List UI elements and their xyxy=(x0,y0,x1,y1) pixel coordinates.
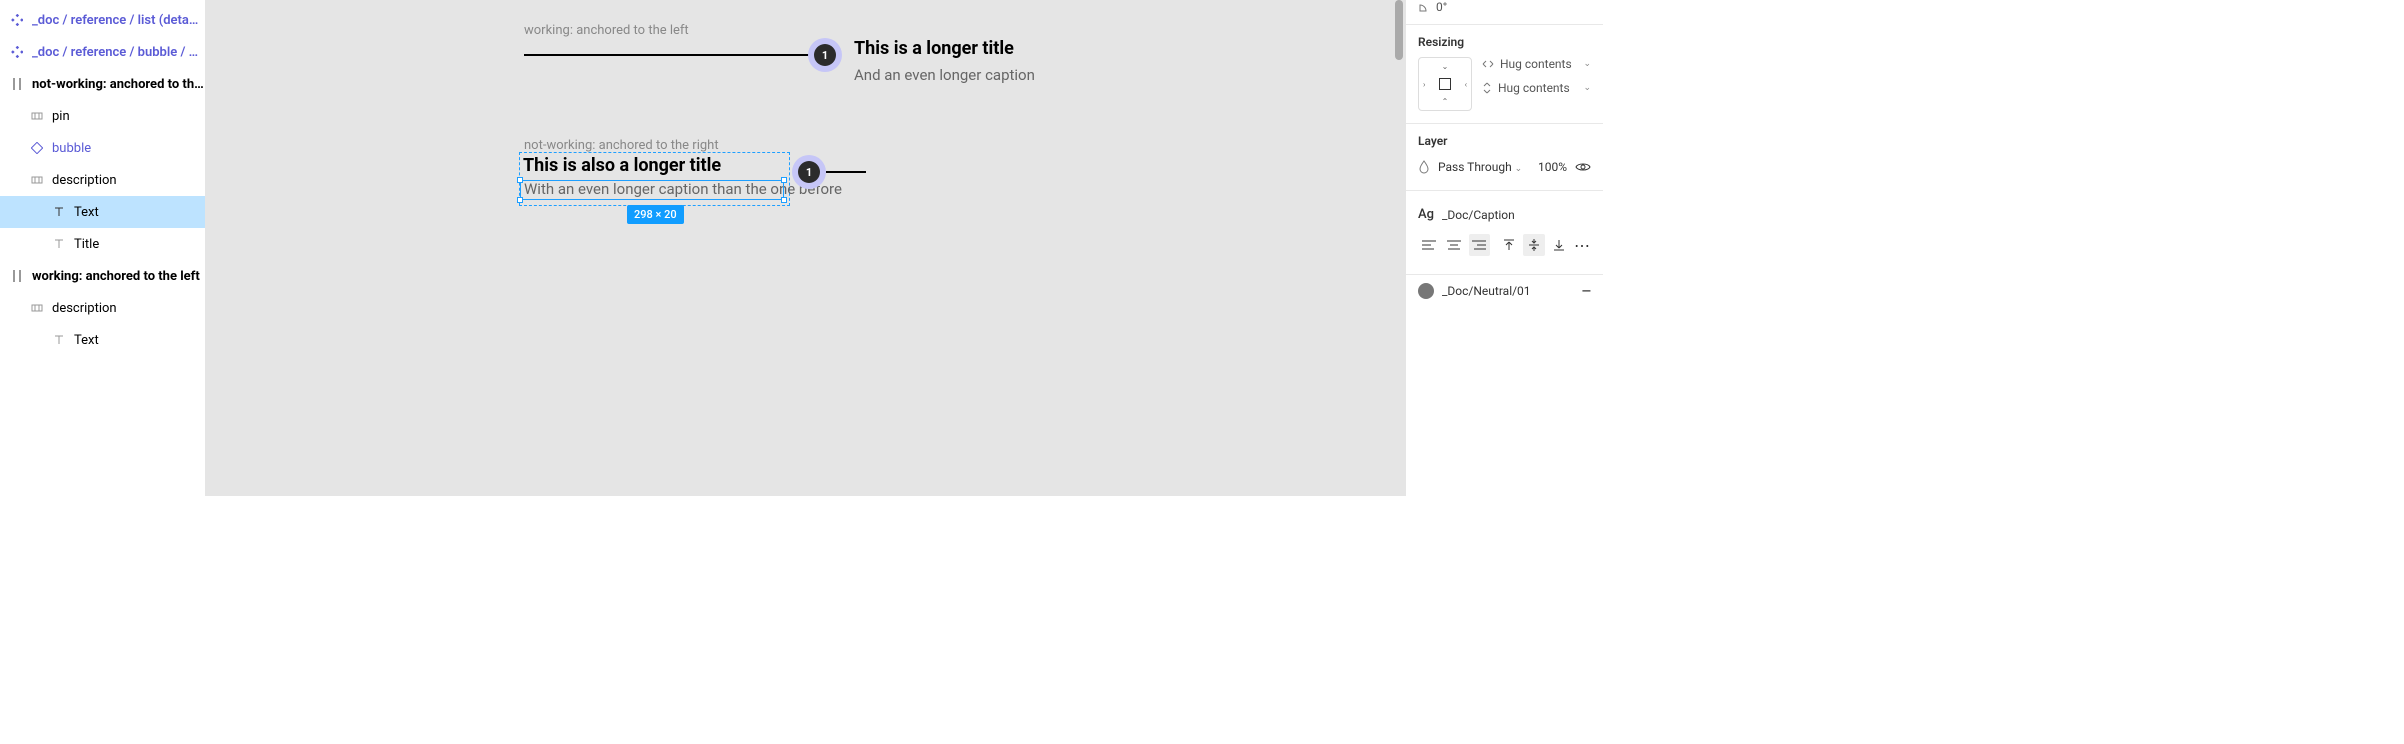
horizontal-resize-dropdown[interactable]: Hug contents ⌄ xyxy=(1482,57,1591,71)
frame-label-notworking[interactable]: not-working: anchored to the right xyxy=(524,138,719,153)
frame-icon xyxy=(30,301,44,315)
layer-item-text-selected[interactable]: Text xyxy=(0,196,205,228)
instance-icon xyxy=(30,141,44,155)
chevron-down-icon: ⌄ xyxy=(1583,59,1591,69)
layer-item-pin[interactable]: pin xyxy=(0,100,205,132)
layer-label: bubble xyxy=(52,141,91,156)
text-style-name: _Doc/Caption xyxy=(1442,208,1515,222)
frame-icon xyxy=(10,77,24,91)
align-bottom-button[interactable] xyxy=(1549,234,1570,256)
chevron-down-icon: ⌄ xyxy=(1442,62,1449,71)
chevron-right-icon: › xyxy=(1423,80,1425,89)
align-left-button[interactable] xyxy=(1418,234,1439,256)
remove-fill-button[interactable]: — xyxy=(1582,284,1591,298)
selection-box[interactable] xyxy=(520,180,784,200)
dimensions-badge: 298 × 20 xyxy=(627,205,684,224)
layer-item-title[interactable]: Title xyxy=(0,228,205,260)
caption-text[interactable]: And an even longer caption xyxy=(854,66,1035,84)
title-text-2[interactable]: This is also a longer title xyxy=(523,155,721,176)
frame-label-working[interactable]: working: anchored to the left xyxy=(524,23,689,38)
frame-icon xyxy=(30,109,44,123)
section-title: Layer xyxy=(1406,134,1603,156)
hug-vertical-icon xyxy=(1482,82,1492,94)
pin-line-2 xyxy=(826,171,866,173)
vertical-resize-dropdown[interactable]: Hug contents ⌄ xyxy=(1482,81,1591,95)
fill-style-row[interactable]: _Doc/Neutral/01 — xyxy=(1406,275,1603,307)
hug-horizontal-label: Hug contents xyxy=(1500,57,1572,71)
resize-handle-br[interactable] xyxy=(781,197,787,203)
resize-center-icon xyxy=(1439,78,1451,90)
color-swatch[interactable] xyxy=(1418,283,1434,299)
scrollbar-thumb[interactable] xyxy=(1395,0,1403,60)
layer-label: _doc / reference / bubble / base xyxy=(32,45,205,60)
chevron-left-icon: ‹ xyxy=(1465,80,1467,89)
layer-label: Title xyxy=(74,237,99,252)
bubble-marker[interactable]: 1 xyxy=(808,38,842,72)
layer-item-description2[interactable]: description xyxy=(0,292,205,324)
layer-item-frame-working[interactable]: working: anchored to the left xyxy=(0,260,205,292)
layer-item-bubble[interactable]: bubble xyxy=(0,132,205,164)
text-section: Ag _Doc/Caption ⋯ xyxy=(1406,191,1603,275)
text-style-row[interactable]: Ag _Doc/Caption xyxy=(1406,201,1603,228)
align-right-button[interactable] xyxy=(1469,234,1490,256)
layer-item-description[interactable]: description xyxy=(0,164,205,196)
bubble-number: 1 xyxy=(814,44,836,66)
layer-label: description xyxy=(52,173,117,188)
angle-icon xyxy=(1418,1,1430,13)
layer-label: Text xyxy=(74,205,99,220)
title-text[interactable]: This is a longer title xyxy=(854,38,1014,59)
layer-label: Text xyxy=(74,333,99,348)
chevron-down-icon: ⌄ xyxy=(1583,83,1591,93)
align-middle-button[interactable] xyxy=(1523,234,1544,256)
component-icon xyxy=(10,13,24,27)
layer-item-frame-notworking[interactable]: not-working: anchored to the right xyxy=(0,68,205,100)
opacity-field[interactable]: 100% xyxy=(1538,160,1567,174)
pin-line xyxy=(524,54,814,56)
component-icon xyxy=(10,45,24,59)
typography-icon: Ag xyxy=(1418,207,1434,222)
layer-tree: _doc / reference / list (detach to … _do… xyxy=(0,0,206,496)
inspector-panel: 0° Resizing ⌄ ⌃ › ‹ Hug contents ⌄ xyxy=(1405,0,1603,496)
layer-item-text2[interactable]: Text xyxy=(0,324,205,356)
layer-label: description xyxy=(52,301,117,316)
layer-section: Layer Pass Through ⌄ 100% xyxy=(1406,124,1603,191)
bubble-marker-2[interactable]: 1 xyxy=(792,155,826,189)
hug-horizontal-icon xyxy=(1482,59,1494,69)
chevron-up-icon: ⌃ xyxy=(1442,97,1449,106)
layer-item-component-list[interactable]: _doc / reference / list (detach to … xyxy=(0,4,205,36)
resize-handle-bl[interactable] xyxy=(517,197,523,203)
text-icon xyxy=(52,205,66,219)
layer-label: working: anchored to the left xyxy=(32,269,200,284)
rotation-value: 0° xyxy=(1436,0,1447,14)
layer-item-component-bubble[interactable]: _doc / reference / bubble / base xyxy=(0,36,205,68)
rotation-field[interactable]: 0° xyxy=(1406,0,1603,25)
align-center-button[interactable] xyxy=(1443,234,1464,256)
resizing-section: Resizing ⌄ ⌃ › ‹ Hug contents ⌄ xyxy=(1406,25,1603,124)
blend-mode-dropdown[interactable]: Pass Through ⌄ xyxy=(1438,160,1530,174)
hug-vertical-label: Hug contents xyxy=(1498,81,1570,95)
align-top-button[interactable] xyxy=(1498,234,1519,256)
frame-icon xyxy=(10,269,24,283)
layer-label: _doc / reference / list (detach to … xyxy=(32,13,205,28)
fill-style-name: _Doc/Neutral/01 xyxy=(1442,284,1531,298)
frame-icon xyxy=(30,173,44,187)
section-title: Resizing xyxy=(1406,35,1603,57)
layer-label: pin xyxy=(52,109,70,124)
bubble-number: 1 xyxy=(798,161,820,183)
resize-constraint-widget[interactable]: ⌄ ⌃ › ‹ xyxy=(1418,57,1472,111)
resize-handle-tl[interactable] xyxy=(517,177,523,183)
more-options-button[interactable]: ⋯ xyxy=(1574,236,1591,255)
blend-icon xyxy=(1418,160,1430,174)
layer-label: not-working: anchored to the right xyxy=(32,77,205,92)
canvas[interactable]: working: anchored to the left 1 This is … xyxy=(206,0,1405,496)
text-icon xyxy=(52,237,66,251)
eye-icon[interactable] xyxy=(1575,161,1591,173)
resize-handle-tr[interactable] xyxy=(781,177,787,183)
text-icon xyxy=(52,333,66,347)
